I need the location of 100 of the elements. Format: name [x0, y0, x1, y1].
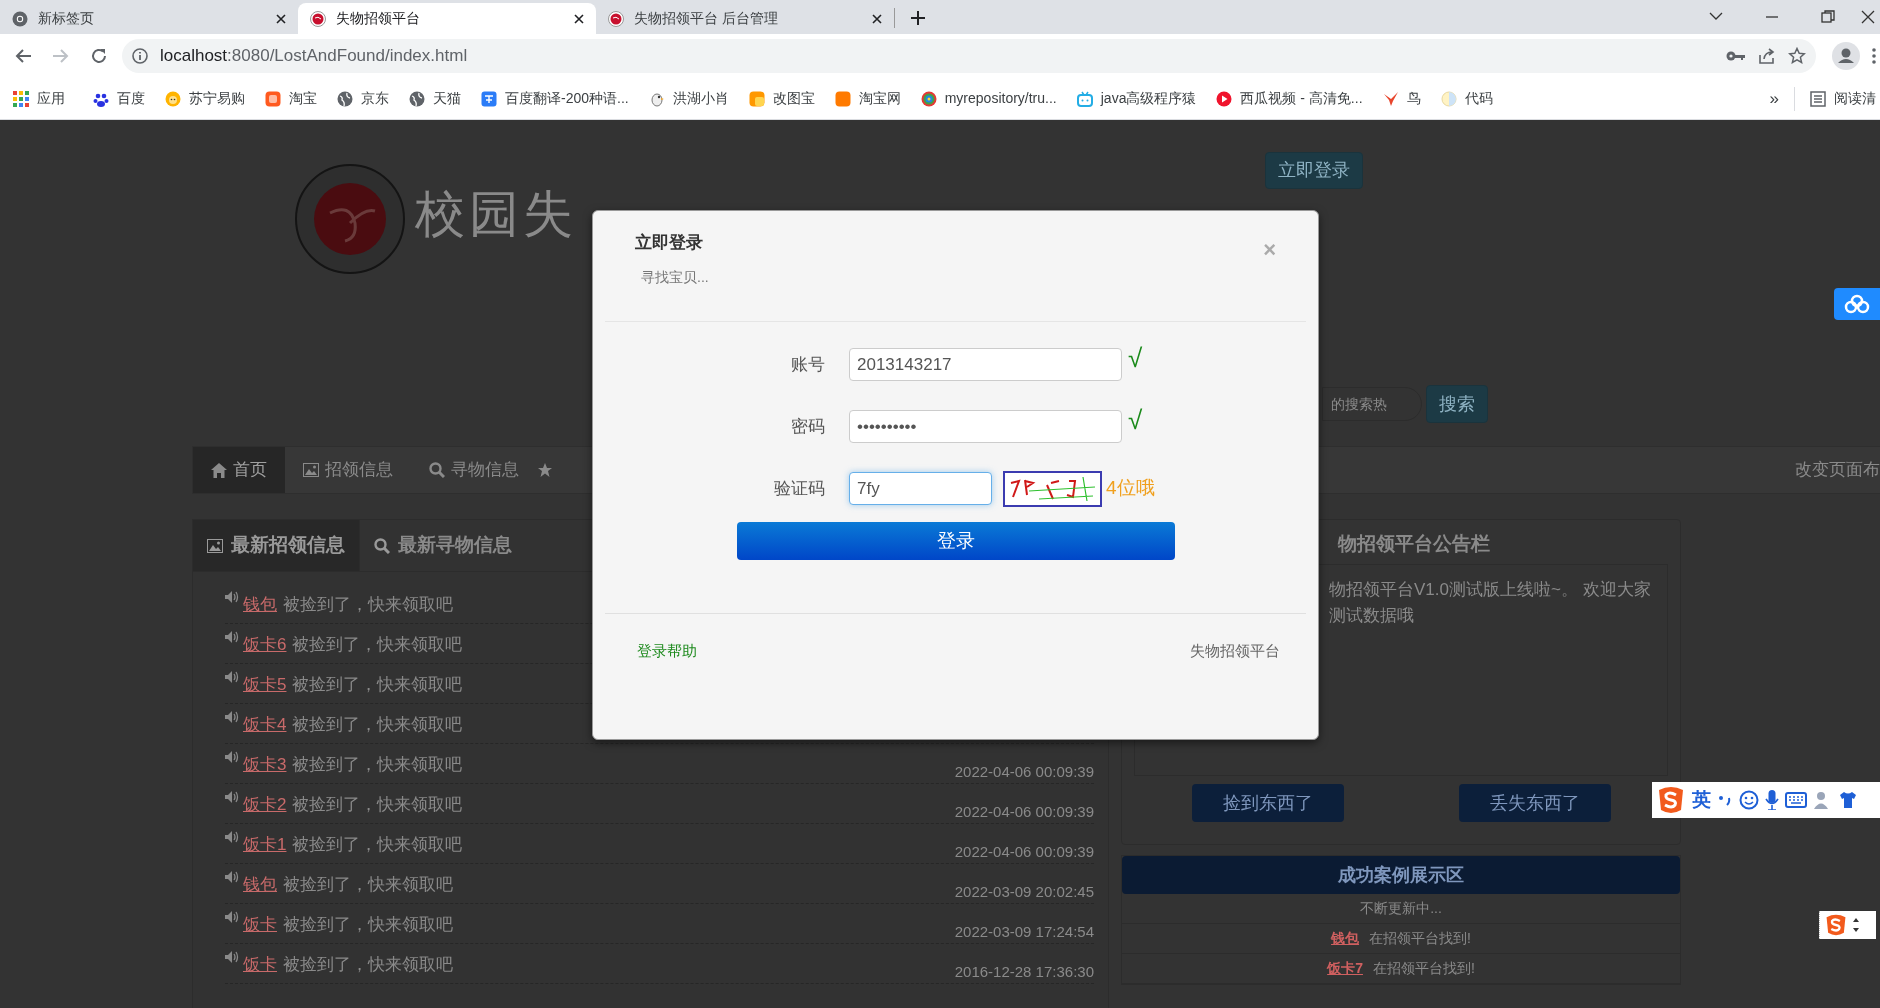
microphone-icon[interactable] [1765, 790, 1779, 810]
item-link[interactable]: 饭卡1 [243, 831, 287, 857]
close-icon[interactable] [1861, 10, 1875, 24]
item-text: 被捡到了，快来领取吧 [283, 873, 453, 896]
smiley-icon[interactable] [1739, 790, 1759, 810]
check-mark: √ [1128, 344, 1143, 371]
profile-avatar-icon[interactable] [1832, 42, 1860, 70]
close-icon[interactable] [872, 13, 882, 24]
globe-icon [409, 90, 425, 107]
star-icon[interactable] [537, 462, 553, 478]
input-field[interactable]: •••••••••• [849, 410, 1122, 443]
bookmark[interactable]: 淘宝网 [825, 85, 910, 112]
search-icon [374, 537, 390, 554]
bookmark[interactable]: myrepository/tru... [911, 85, 1066, 112]
item-link[interactable]: 钱包 [243, 591, 277, 617]
cases-header: 成功案例展示区 [1122, 856, 1680, 894]
login-button[interactable]: 立即登录 [1265, 152, 1363, 189]
browser-tab[interactable]: 失物招领平台 [298, 3, 596, 34]
item-link[interactable]: 饭卡4 [243, 711, 287, 737]
field-label: 验证码 [773, 477, 826, 500]
bookmark[interactable]: 百度 [84, 85, 154, 112]
speaker-icon [225, 711, 239, 723]
star-icon[interactable] [1788, 47, 1806, 65]
input-field[interactable]: 7fy [849, 472, 992, 505]
browser-tab[interactable]: 失物招领平台 后台管理 [596, 3, 894, 34]
speaker-icon [225, 631, 239, 643]
item-text: 被捡到了，快来领取吧 [292, 833, 463, 856]
notice-title: 物招领平台公告栏 [1336, 532, 1491, 556]
bookmark[interactable]: java高级程序猿 [1067, 85, 1206, 112]
panel-tab[interactable]: 最新寻物信息 [360, 520, 526, 571]
share-icon[interactable] [1758, 47, 1776, 65]
notice-text: 物招领平台V1.0测试版上线啦~。 欢迎大家 [1329, 579, 1652, 601]
action-button[interactable]: 捡到东西了 [1191, 784, 1344, 822]
bookmark[interactable]: 西瓜视频 - 高清免... [1207, 85, 1372, 112]
field-label: 密码 [790, 415, 826, 438]
more-bookmarks-button[interactable]: » [1760, 82, 1788, 115]
bookmark[interactable]: 京东 [328, 85, 398, 112]
translate-app-icon [481, 90, 497, 107]
case-item-link[interactable]: 饭卡7 [1327, 958, 1363, 979]
globe-icon [337, 90, 353, 107]
info-icon[interactable] [132, 48, 148, 64]
bird-icon [648, 90, 665, 107]
search-field[interactable]: 的搜索热 [1322, 387, 1422, 421]
key-icon[interactable] [1726, 50, 1746, 62]
input-mode-toggle[interactable]: 英 [1692, 785, 1711, 815]
bookmark[interactable]: 代码 [1431, 85, 1502, 112]
bookmark[interactable]: 应用 [4, 85, 74, 112]
bookmark[interactable]: 改图宝 [739, 85, 824, 112]
action-button[interactable]: 丢失东西了 [1458, 784, 1611, 822]
image-icon [207, 538, 223, 553]
speaker-icon [225, 591, 239, 603]
bookmark[interactable]: 洪湖小肖 [639, 85, 738, 112]
keyboard-icon[interactable] [1785, 792, 1807, 808]
reading-list-button[interactable]: 阅读清 [1801, 85, 1876, 112]
item-link[interactable]: 饭卡 [243, 951, 277, 977]
item-date: 2022-04-06 00:09:39 [954, 801, 1094, 822]
new-tab-plus-icon[interactable] [911, 11, 925, 25]
half-circle-icon [1440, 90, 1457, 107]
reload-icon[interactable] [90, 47, 108, 65]
panel-tab[interactable]: 最新招领信息 [193, 520, 360, 571]
item-text: 被捡到了，快来领取吧 [292, 793, 463, 816]
item-date: 2022-03-09 20:02:45 [954, 881, 1094, 902]
menu-dots-icon[interactable] [1872, 48, 1876, 64]
browser-tab[interactable]: 新标签页 [0, 3, 298, 34]
s-logo-icon[interactable] [1656, 786, 1686, 814]
address-bar[interactable]: localhost:8080/LostAndFound/index.html [122, 39, 1816, 73]
restore-icon[interactable] [1821, 10, 1835, 24]
tv-icon [1076, 90, 1093, 107]
bookmark[interactable]: 百度翻译-200种语... [472, 85, 638, 112]
close-icon[interactable] [276, 13, 286, 24]
back-arrow-icon[interactable] [14, 47, 32, 65]
item-link[interactable]: 饭卡2 [243, 791, 287, 817]
chrome-icon [12, 10, 28, 27]
help-link[interactable]: 登录帮助 [637, 640, 697, 663]
image-editor-app-icon [748, 90, 765, 107]
speaker-icon [225, 831, 239, 843]
input-field[interactable]: 2013143217 [849, 348, 1122, 381]
item-link[interactable]: 饭卡 [243, 911, 277, 937]
nav-item[interactable]: 招领信息 [285, 447, 411, 493]
bookmark[interactable]: 鸟 [1373, 85, 1430, 112]
close-icon[interactable] [574, 13, 584, 24]
layout-link[interactable]: 改变页面布 [1795, 457, 1880, 483]
bookmark[interactable]: 淘宝 [256, 85, 326, 112]
nav-item[interactable]: 首页 [193, 447, 285, 493]
bookmark[interactable]: 苏宁易购 [156, 85, 254, 112]
up-down-arrows-icon[interactable] [1852, 917, 1860, 933]
submit-button[interactable]: 登录 [737, 522, 1175, 560]
shirt-icon[interactable] [1839, 791, 1857, 809]
cloud-widget[interactable] [1834, 288, 1880, 320]
check-mark: √ [1128, 406, 1143, 433]
item-link[interactable]: 饭卡3 [243, 751, 287, 777]
nav-item[interactable]: 寻物信息 [411, 447, 537, 493]
shopping-app-icon [265, 90, 281, 107]
item-link[interactable]: 饭卡5 [243, 671, 287, 697]
item-link[interactable]: 钱包 [243, 871, 277, 897]
case-item-link[interactable]: 钱包 [1331, 928, 1360, 949]
search-button[interactable]: 搜索 [1426, 385, 1488, 423]
item-link[interactable]: 饭卡6 [243, 631, 287, 657]
case-text: 在招领平台找到! [1369, 929, 1471, 948]
bookmark[interactable]: 天猫 [400, 85, 470, 112]
